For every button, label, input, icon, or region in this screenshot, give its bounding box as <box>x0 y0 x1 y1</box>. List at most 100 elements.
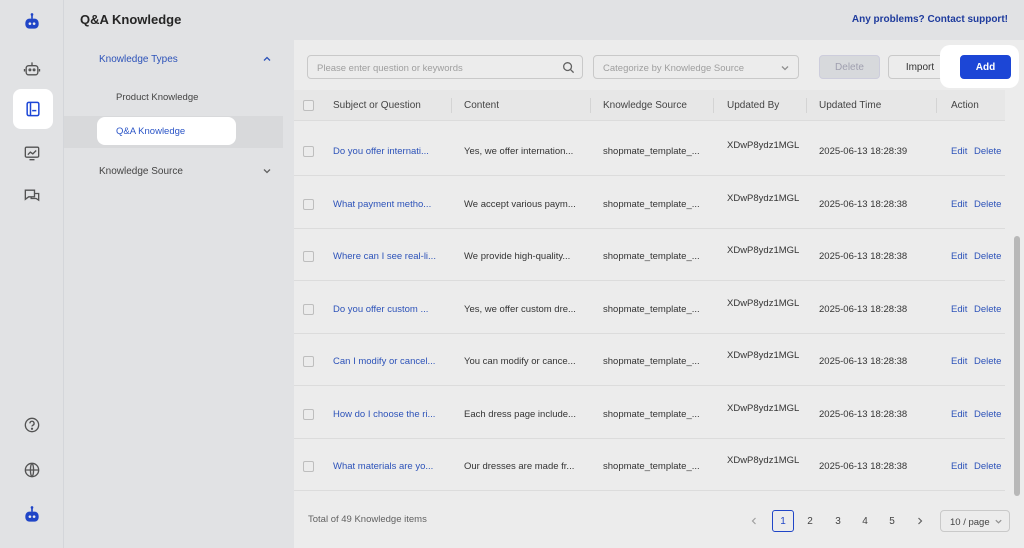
chevron-down-icon[interactable] <box>262 166 272 176</box>
row-content: Our dresses are made fr... <box>464 461 575 472</box>
table-row: What materials are yo... Our dresses are… <box>294 439 1005 491</box>
search-icon[interactable] <box>562 61 575 74</box>
row-updated-time: 2025-06-13 18:28:38 <box>819 461 908 472</box>
row-subject[interactable]: Do you offer custom ... <box>333 304 428 315</box>
knowledge-nav: Knowledge Types Product Knowledge Q&A Kn… <box>64 40 294 548</box>
page-size-value: 10 / page <box>950 517 990 528</box>
row-source: shopmate_template_... <box>603 199 700 210</box>
row-checkbox[interactable] <box>303 199 314 210</box>
edit-link[interactable]: Edit <box>951 356 967 367</box>
delete-link[interactable]: Delete <box>974 461 1001 472</box>
top-bar: Q&A Knowledge Any problems? Contact supp… <box>64 0 1024 40</box>
delete-link[interactable]: Delete <box>974 199 1001 210</box>
chevron-up-icon[interactable] <box>262 54 272 64</box>
column-header: Content <box>464 100 500 111</box>
column-header: Subject or Question <box>333 100 421 111</box>
table-row: How do I choose the ri... Each dress pag… <box>294 387 1005 439</box>
row-checkbox[interactable] <box>303 251 314 262</box>
globe-icon[interactable] <box>20 458 44 482</box>
row-updated-by: XDwP8ydz1MGL <box>727 140 800 151</box>
chevron-down-icon <box>781 66 789 71</box>
prev-page-icon[interactable] <box>750 517 758 525</box>
row-source: shopmate_template_... <box>603 356 700 367</box>
row-checkbox[interactable] <box>303 356 314 367</box>
table-row: Can I modify or cancel... You can modify… <box>294 334 1005 386</box>
table-header: Subject or Question Content Knowledge So… <box>294 90 1005 121</box>
row-subject[interactable]: How do I choose the ri... <box>333 409 435 420</box>
row-source: shopmate_template_... <box>603 461 700 472</box>
table-scrollbar[interactable] <box>1014 236 1020 496</box>
row-updated-time: 2025-06-13 18:28:39 <box>819 146 908 157</box>
total-count: Total of 49 Knowledge items <box>308 514 427 525</box>
delete-button[interactable]: Delete <box>819 55 880 79</box>
bot-icon[interactable] <box>20 57 44 81</box>
edit-link[interactable]: Edit <box>951 461 967 472</box>
row-subject[interactable]: Do you offer internati... <box>333 146 429 157</box>
column-header: Action <box>951 100 979 111</box>
delete-link[interactable]: Delete <box>974 409 1001 420</box>
delete-link[interactable]: Delete <box>974 251 1001 262</box>
row-updated-time: 2025-06-13 18:28:38 <box>819 409 908 420</box>
delete-link[interactable]: Delete <box>974 356 1001 367</box>
page-button-1[interactable]: 1 <box>772 510 794 532</box>
search-input[interactable]: Please enter question or keywords <box>307 55 583 79</box>
nav-group-knowledge-source[interactable]: Knowledge Source <box>99 166 183 177</box>
row-source: shopmate_template_... <box>603 251 700 262</box>
knowledge-book-icon[interactable] <box>21 97 45 121</box>
page-title: Q&A Knowledge <box>80 12 182 27</box>
knowledge-nav-highlight[interactable] <box>13 89 53 129</box>
row-checkbox[interactable] <box>303 409 314 420</box>
nav-group-knowledge-types[interactable]: Knowledge Types <box>99 54 178 65</box>
row-updated-time: 2025-06-13 18:28:38 <box>819 251 908 262</box>
table-row: Do you offer custom ... Yes, we offer cu… <box>294 282 1005 334</box>
row-subject[interactable]: Can I modify or cancel... <box>333 356 435 367</box>
contact-support-link[interactable]: Any problems? Contact support! <box>852 14 1008 25</box>
edit-link[interactable]: Edit <box>951 146 967 157</box>
add-button[interactable]: Add <box>960 55 1011 79</box>
row-checkbox[interactable] <box>303 461 314 472</box>
row-checkbox[interactable] <box>303 146 314 157</box>
next-page-icon[interactable] <box>916 517 924 525</box>
row-content: We accept various paym... <box>464 199 576 210</box>
robot-logo-icon[interactable] <box>20 10 44 34</box>
category-placeholder: Categorize by Knowledge Source <box>603 63 745 74</box>
row-source: shopmate_template_... <box>603 304 700 315</box>
edit-link[interactable]: Edit <box>951 304 967 315</box>
row-content: You can modify or cance... <box>464 356 576 367</box>
column-header: Updated By <box>727 100 780 111</box>
edit-link[interactable]: Edit <box>951 199 967 210</box>
search-placeholder: Please enter question or keywords <box>317 63 463 74</box>
delete-link[interactable]: Delete <box>974 304 1001 315</box>
nav-item-product-knowledge[interactable]: Product Knowledge <box>116 92 198 103</box>
page-button-4[interactable]: 4 <box>854 510 876 532</box>
page-size-select[interactable]: 10 / page <box>940 510 1010 532</box>
nav-item-qa-knowledge[interactable]: Q&A Knowledge <box>97 117 236 145</box>
row-subject[interactable]: What materials are yo... <box>333 461 433 472</box>
analytics-icon[interactable] <box>20 141 44 165</box>
page-button-3[interactable]: 3 <box>827 510 849 532</box>
row-updated-by: XDwP8ydz1MGL <box>727 245 800 256</box>
row-updated-by: XDwP8ydz1MGL <box>727 403 800 414</box>
row-subject[interactable]: Where can I see real-li... <box>333 251 436 262</box>
row-source: shopmate_template_... <box>603 409 700 420</box>
column-header: Updated Time <box>819 100 882 111</box>
help-icon[interactable] <box>20 413 44 437</box>
main-panel: Please enter question or keywords Catego… <box>294 40 1024 548</box>
row-content: Yes, we offer custom dre... <box>464 304 576 315</box>
row-updated-time: 2025-06-13 18:28:38 <box>819 356 908 367</box>
edit-link[interactable]: Edit <box>951 251 967 262</box>
row-updated-by: XDwP8ydz1MGL <box>727 298 800 309</box>
chevron-down-icon <box>995 519 1002 524</box>
row-subject[interactable]: What payment metho... <box>333 199 431 210</box>
select-all-checkbox[interactable] <box>303 100 314 111</box>
delete-link[interactable]: Delete <box>974 146 1001 157</box>
table-row: Do you offer internati... Yes, we offer … <box>294 124 1005 176</box>
page-button-5[interactable]: 5 <box>881 510 903 532</box>
row-checkbox[interactable] <box>303 304 314 315</box>
chat-icon[interactable] <box>20 184 44 208</box>
avatar-robot-icon[interactable] <box>20 503 44 527</box>
page-button-2[interactable]: 2 <box>799 510 821 532</box>
knowledge-source-select[interactable]: Categorize by Knowledge Source <box>593 55 799 79</box>
edit-link[interactable]: Edit <box>951 409 967 420</box>
add-button-highlight: Add <box>940 45 1019 88</box>
